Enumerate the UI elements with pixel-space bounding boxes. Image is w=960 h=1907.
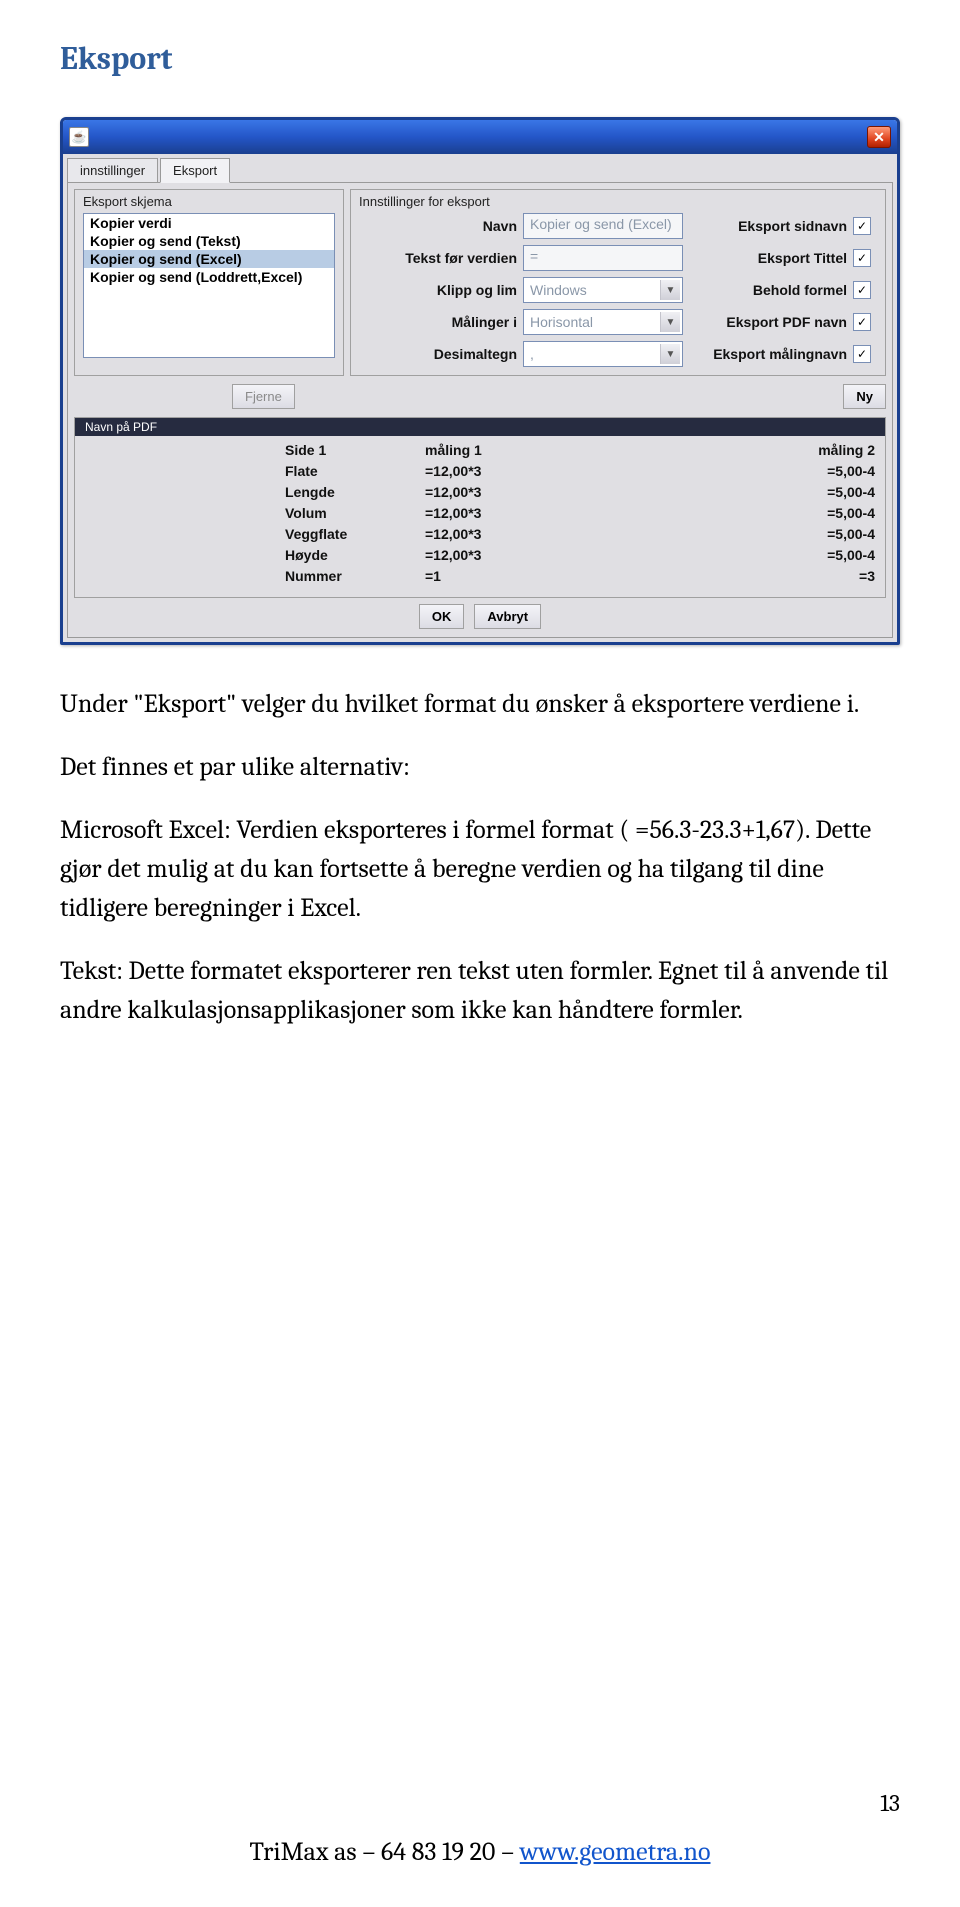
paragraph: Det finnes et par ulike alternativ: (60, 748, 900, 787)
preview-cell: =3 (605, 566, 875, 587)
label-klipp: Klipp og lim (359, 282, 517, 298)
tab-innstillinger[interactable]: innstillinger (67, 158, 158, 183)
page-number: 13 (880, 1789, 900, 1817)
tab-panel: Eksport skjema Kopier verdi Kopier og se… (67, 182, 893, 638)
preview-cell: =12,00*3 (425, 461, 605, 482)
group-title-right: Innstillinger for eksport (359, 194, 877, 209)
preview-cell: Veggflate (285, 524, 425, 545)
preview-h3: måling 2 (605, 440, 875, 461)
list-item[interactable]: Kopier og send (Excel) (84, 250, 334, 268)
dialog-window: ☕ ✕ innstillinger Eksport Eksport skjema… (60, 117, 900, 645)
check-tittel[interactable]: ✓ (853, 249, 871, 267)
check-malingnavn[interactable]: ✓ (853, 345, 871, 363)
footer: TriMax as – 64 83 19 20 – www.geometra.n… (0, 1837, 960, 1867)
preview-cell: =1 (425, 566, 605, 587)
table-row: Veggflate =12,00*3 =5,00-4 (85, 524, 875, 545)
table-row: Nummer =1 =3 (85, 566, 875, 587)
footer-text: TriMax as – 64 83 19 20 – (250, 1837, 520, 1867)
strip-navn-pdf: Navn på PDF (75, 418, 885, 436)
table-row: Flate =12,00*3 =5,00-4 (85, 461, 875, 482)
fjerne-button[interactable]: Fjerne (232, 384, 295, 409)
preview-cell: =12,00*3 (425, 482, 605, 503)
list-item[interactable]: Kopier og send (Loddrett,Excel) (84, 268, 334, 286)
tab-eksport[interactable]: Eksport (160, 158, 230, 183)
tab-strip: innstillinger Eksport (67, 158, 893, 183)
group-innstillinger: Innstillinger for eksport Navn Kopier og… (350, 189, 886, 376)
preview-cell: Volum (285, 503, 425, 524)
chevron-down-icon: ▼ (660, 280, 680, 300)
check-formel[interactable]: ✓ (853, 281, 871, 299)
combo-malinger[interactable]: Horisontal ▼ (523, 309, 683, 335)
page-title: Eksport (60, 40, 900, 77)
preview-cell: =12,00*3 (425, 503, 605, 524)
input-navn[interactable]: Kopier og send (Excel) (523, 213, 683, 239)
table-row: Volum =12,00*3 =5,00-4 (85, 503, 875, 524)
label-sidnavn: Eksport sidnavn (689, 218, 847, 234)
table-row: Side 1 måling 1 måling 2 (85, 440, 875, 461)
preview-table: Side 1 måling 1 måling 2 Flate =12,00*3 … (75, 436, 885, 597)
table-row: Høyde =12,00*3 =5,00-4 (85, 545, 875, 566)
preview-cell: =5,00-4 (605, 503, 875, 524)
input-tekst-for[interactable]: = (523, 245, 683, 271)
table-row: Lengde =12,00*3 =5,00-4 (85, 482, 875, 503)
preview-cell: =12,00*3 (425, 524, 605, 545)
label-pdfnavn: Eksport PDF navn (689, 314, 847, 330)
ny-button[interactable]: Ny (843, 384, 886, 409)
combo-malinger-value: Horisontal (530, 314, 593, 330)
chevron-down-icon: ▼ (660, 344, 680, 364)
list-item[interactable]: Kopier og send (Tekst) (84, 232, 334, 250)
preview-cell: =12,00*3 (425, 545, 605, 566)
chevron-down-icon: ▼ (660, 312, 680, 332)
body-text: Under "Eksport" velger du hvilket format… (60, 685, 900, 1030)
check-sidnavn[interactable]: ✓ (853, 217, 871, 235)
paragraph: Tekst: Dette formatet eksporterer ren te… (60, 952, 900, 1030)
preview-h2: måling 1 (425, 440, 605, 461)
label-malinger: Målinger i (359, 314, 517, 330)
preview-cell: =5,00-4 (605, 461, 875, 482)
check-pdfnavn[interactable]: ✓ (853, 313, 871, 331)
label-malingnavn: Eksport målingnavn (689, 346, 847, 362)
skjema-button-row: Fjerne Ny (74, 380, 886, 413)
preview-cell: =5,00-4 (605, 482, 875, 503)
footer-link[interactable]: www.geometra.no (520, 1837, 711, 1867)
preview-cell: Høyde (285, 545, 425, 566)
preview-h1: Side 1 (285, 440, 425, 461)
dialog-button-row: OK Avbryt (74, 598, 886, 631)
preview-cell: =5,00-4 (605, 545, 875, 566)
close-button[interactable]: ✕ (867, 126, 891, 148)
paragraph: Under "Eksport" velger du hvilket format… (60, 685, 900, 724)
combo-desimal-value: , (530, 346, 534, 362)
preview-cell: Lengde (285, 482, 425, 503)
preview-cell: Nummer (285, 566, 425, 587)
group-eksport-skjema: Eksport skjema Kopier verdi Kopier og se… (74, 189, 344, 376)
preview-cell: =5,00-4 (605, 524, 875, 545)
label-tittel: Eksport Tittel (689, 250, 847, 266)
java-icon: ☕ (69, 127, 89, 147)
label-tekst-for: Tekst før verdien (359, 250, 517, 266)
paragraph: Microsoft Excel: Verdien eksporteres i f… (60, 811, 900, 928)
group-title-left: Eksport skjema (83, 194, 335, 209)
list-item[interactable]: Kopier verdi (84, 214, 334, 232)
combo-klipp-value: Windows (530, 282, 587, 298)
preview-panel: Navn på PDF Side 1 måling 1 måling 2 Fla… (74, 417, 886, 598)
skjema-listbox[interactable]: Kopier verdi Kopier og send (Tekst) Kopi… (83, 213, 335, 358)
combo-desimal[interactable]: , ▼ (523, 341, 683, 367)
label-desimal: Desimaltegn (359, 346, 517, 362)
titlebar: ☕ ✕ (63, 120, 897, 154)
ok-button[interactable]: OK (419, 604, 465, 629)
window-body: innstillinger Eksport Eksport skjema Kop… (63, 154, 897, 642)
close-icon: ✕ (873, 129, 885, 146)
preview-cell: Flate (285, 461, 425, 482)
label-formel: Behold formel (689, 282, 847, 298)
combo-klipp[interactable]: Windows ▼ (523, 277, 683, 303)
label-navn: Navn (359, 218, 517, 234)
avbryt-button[interactable]: Avbryt (474, 604, 541, 629)
